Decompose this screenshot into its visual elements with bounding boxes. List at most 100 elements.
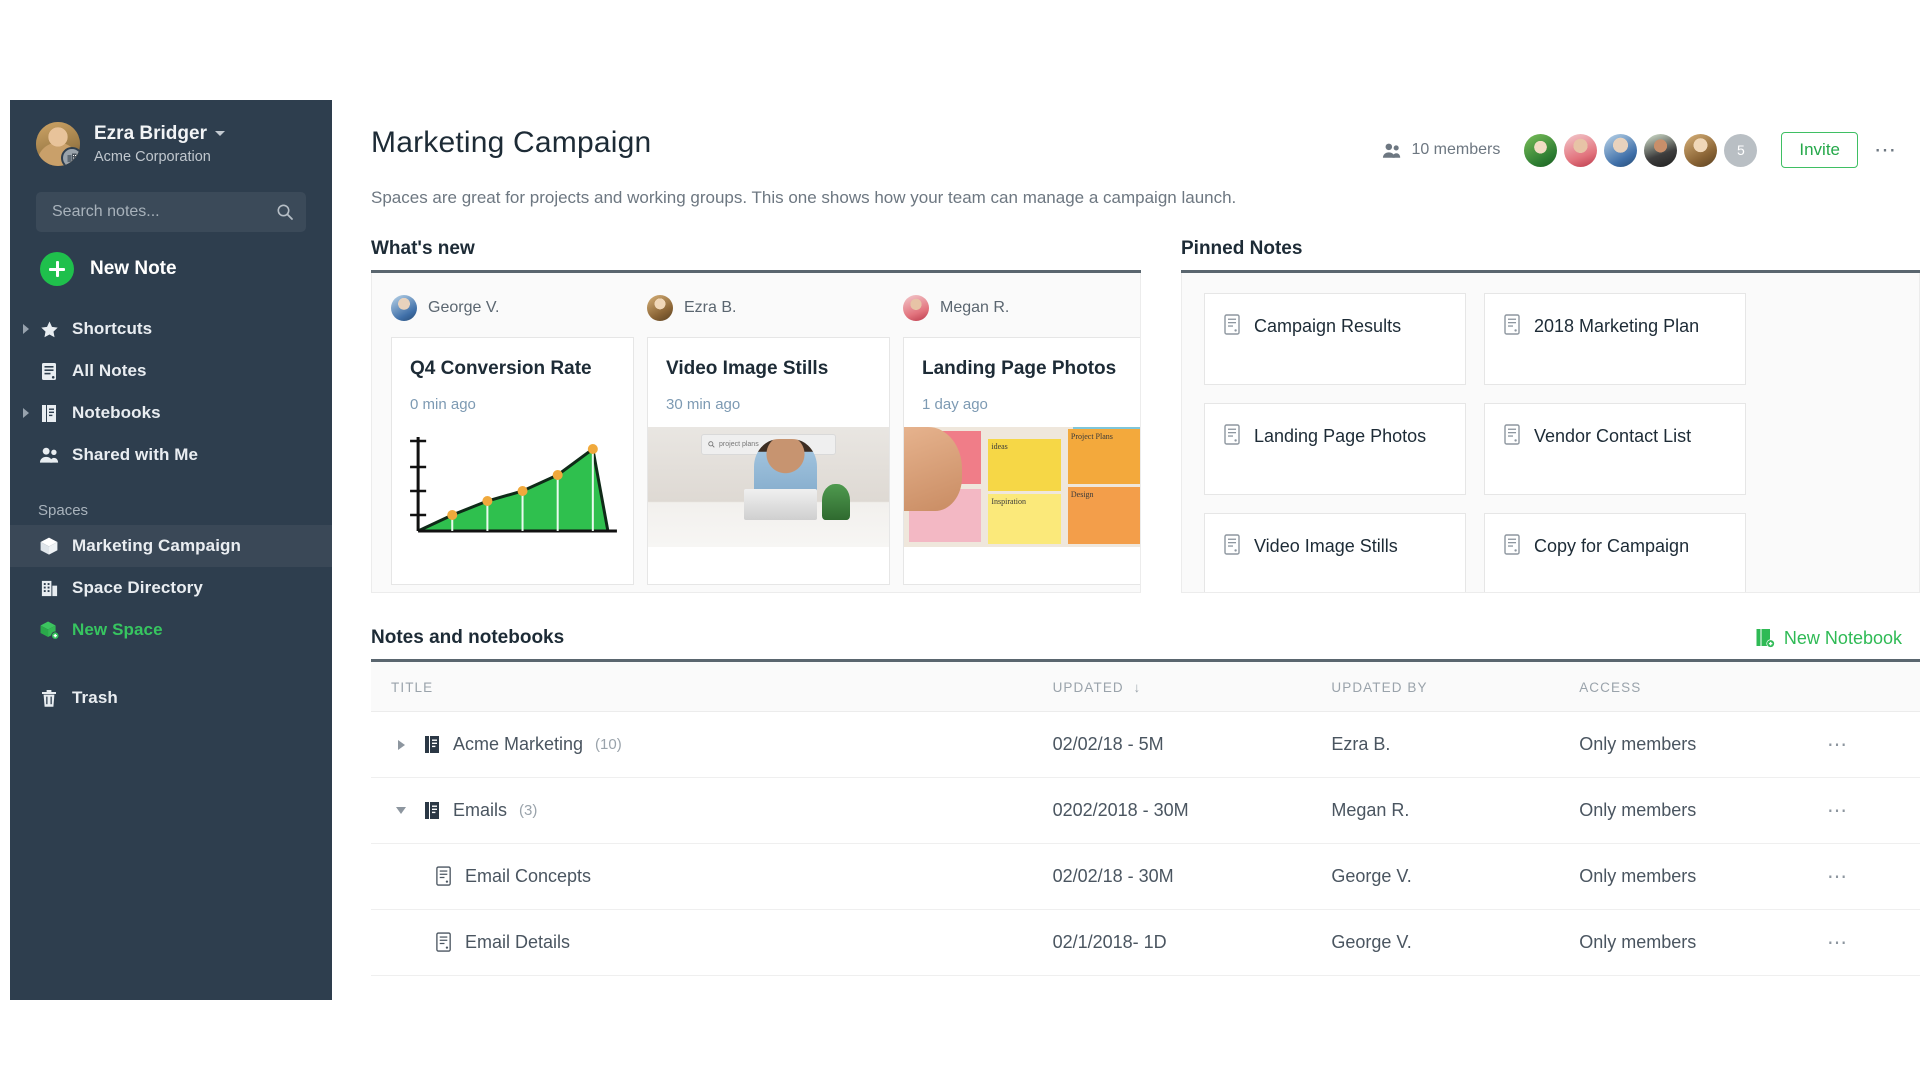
note-title: Q4 Conversion Rate xyxy=(410,358,592,379)
sidebar-item-new-space[interactable]: New Space xyxy=(10,609,332,651)
arrow-down-icon: ↓ xyxy=(1128,680,1142,695)
whats-new-card[interactable]: Megan R. Landing Page Photos 1 day ago n… xyxy=(903,291,1140,592)
ellipsis-icon[interactable]: ⋯ xyxy=(1870,137,1902,163)
note-timestamp: 1 day ago xyxy=(922,395,988,413)
invite-button[interactable]: Invite xyxy=(1781,132,1858,168)
chevron-right-icon[interactable] xyxy=(23,324,29,334)
sidebar-item-trash[interactable]: Trash xyxy=(10,677,332,719)
column-header-updated-by[interactable]: UPDATED BY xyxy=(1331,662,1580,712)
sidebar-item-label: Notebooks xyxy=(72,403,161,422)
avatar xyxy=(647,295,673,321)
avatar xyxy=(36,122,80,166)
row-access: Only members xyxy=(1579,777,1828,844)
pinned-note-card[interactable]: Copy for Campaign xyxy=(1484,513,1746,592)
row-updated: 02/02/18 - 30M xyxy=(1052,843,1332,910)
ellipsis-icon[interactable]: ⋯ xyxy=(1827,866,1849,888)
app-root: Ezra Bridger Acme Corporation New Note xyxy=(0,0,1920,1079)
column-header-updated[interactable]: UPDATED ↓ xyxy=(1052,662,1332,712)
ellipsis-icon[interactable]: ⋯ xyxy=(1827,932,1849,954)
new-note-label: New Note xyxy=(90,258,177,279)
sticky-note: Design xyxy=(1067,486,1140,545)
chevron-right-icon[interactable] xyxy=(391,739,411,750)
notebook-icon xyxy=(423,801,441,821)
search-box[interactable] xyxy=(36,192,306,232)
column-header-access[interactable]: ACCESS xyxy=(1579,662,1828,712)
new-note-button[interactable]: New Note xyxy=(10,232,332,298)
whats-new-section: What's new George V. Q4 Conversion Rate … xyxy=(371,238,1141,593)
note-doc-icon xyxy=(435,932,453,953)
pinned-note-label: Vendor Contact List xyxy=(1534,426,1692,446)
pinned-note-card[interactable]: Vendor Contact List xyxy=(1484,403,1746,495)
ellipsis-icon[interactable]: ⋯ xyxy=(1827,734,1849,756)
avatar-overflow-count[interactable]: 5 xyxy=(1724,133,1758,167)
table-row[interactable]: Email Details 02/1/2018- 1D George V. On… xyxy=(371,909,1920,976)
sidebar-item-label: Shared with Me xyxy=(72,445,199,464)
pinned-note-label: Campaign Results xyxy=(1254,316,1402,336)
whats-new-card-list: George V. Q4 Conversion Rate 0 min ago E… xyxy=(371,273,1141,593)
whats-new-card[interactable]: George V. Q4 Conversion Rate 0 min ago xyxy=(391,291,634,592)
avatar[interactable] xyxy=(1684,133,1718,167)
chevron-down-icon[interactable] xyxy=(391,807,411,814)
table-row[interactable]: Acme Marketing (10) 02/02/18 - 5M Ezra B… xyxy=(371,711,1920,778)
people-icon xyxy=(38,444,60,466)
pinned-note-card[interactable]: 2018 Marketing Plan xyxy=(1484,293,1746,385)
chevron-right-icon[interactable] xyxy=(23,408,29,418)
search-icon[interactable] xyxy=(276,203,294,221)
table-row[interactable]: Email Concepts 02/02/18 - 30M George V. … xyxy=(371,843,1920,910)
pinned-note-label: Copy for Campaign xyxy=(1534,536,1690,556)
pinned-note-label: Video Image Stills xyxy=(1254,536,1398,556)
sidebar-item-notebooks[interactable]: Notebooks xyxy=(10,392,332,434)
row-updated: 02/02/18 - 5M xyxy=(1052,711,1332,778)
sticky-note: Project Plans xyxy=(1067,429,1140,485)
sidebar-item-all-notes[interactable]: All Notes xyxy=(10,350,332,392)
avatar[interactable] xyxy=(1604,133,1638,167)
whats-new-card[interactable]: Ezra B. Video Image Stills 30 min ago pr… xyxy=(647,291,890,592)
whats-new-title: What's new xyxy=(371,238,475,259)
pinned-note-label: 2018 Marketing Plan xyxy=(1534,316,1700,336)
new-notebook-icon xyxy=(1755,628,1775,649)
note-title: Landing Page Photos xyxy=(922,358,1117,379)
pinned-note-card[interactable]: Landing Page Photos xyxy=(1204,403,1466,495)
note-thumbnail-sticky-notes: notes Research ideas Project Plans Goals… xyxy=(904,426,1140,547)
card-author: George V. xyxy=(391,291,634,325)
avatar[interactable] xyxy=(1644,133,1678,167)
members-count[interactable]: 10 members xyxy=(1382,141,1500,159)
search-input[interactable] xyxy=(52,203,276,221)
sidebar-item-space-directory[interactable]: Space Directory xyxy=(10,567,332,609)
note-doc-icon xyxy=(1503,534,1522,556)
note-timestamp: 0 min ago xyxy=(410,395,476,413)
sidebar-item-shared-with-me[interactable]: Shared with Me xyxy=(10,434,332,476)
new-notebook-button[interactable]: New Notebook xyxy=(1755,628,1920,649)
user-account-button[interactable]: Ezra Bridger Acme Corporation xyxy=(10,108,332,176)
ellipsis-icon[interactable]: ⋯ xyxy=(1827,800,1849,822)
star-icon xyxy=(38,318,60,340)
table-row[interactable]: Emails (3) 0202/2018 - 30M Megan R. Only… xyxy=(371,777,1920,844)
column-header-title[interactable]: TITLE xyxy=(371,662,1053,712)
member-facepile[interactable]: 5 xyxy=(1524,133,1758,167)
plus-circle-icon[interactable] xyxy=(40,252,74,286)
avatar[interactable] xyxy=(1564,133,1598,167)
space-cube-icon xyxy=(38,535,60,557)
pinned-note-card[interactable]: Video Image Stills xyxy=(1204,513,1466,592)
sidebar-item-shortcuts[interactable]: Shortcuts xyxy=(10,308,332,350)
row-title-label: Acme Marketing xyxy=(453,734,584,754)
sticky-note: ideas xyxy=(988,438,1061,492)
author-name: Megan R. xyxy=(940,299,1010,316)
sidebar-item-label: New Space xyxy=(72,620,163,639)
sidebar-item-marketing-campaign[interactable]: Marketing Campaign xyxy=(10,525,332,567)
note-icon xyxy=(38,360,60,382)
author-name: Ezra B. xyxy=(684,299,737,316)
sidebar-nav: Shortcuts All Notes Notebooks Shared wit… xyxy=(10,308,332,719)
avatar[interactable] xyxy=(1524,133,1558,167)
pinned-notes-body: Campaign Results 2018 Marketing Plan Lan… xyxy=(1181,273,1920,593)
note-thumbnail-chart xyxy=(392,427,633,547)
note-doc-icon xyxy=(1503,314,1522,336)
chevron-down-icon[interactable] xyxy=(214,131,225,137)
row-updated-by: George V. xyxy=(1331,843,1580,910)
thumbnail-caption-text: project plans xyxy=(719,441,759,449)
column-header-menu xyxy=(1827,662,1920,712)
row-updated-by: Megan R. xyxy=(1331,777,1580,844)
pinned-note-card[interactable]: Campaign Results xyxy=(1204,293,1466,385)
card-author: Megan R. xyxy=(903,291,1140,325)
header-actions: 10 members 5 Invite ⋯ xyxy=(1382,132,1920,168)
